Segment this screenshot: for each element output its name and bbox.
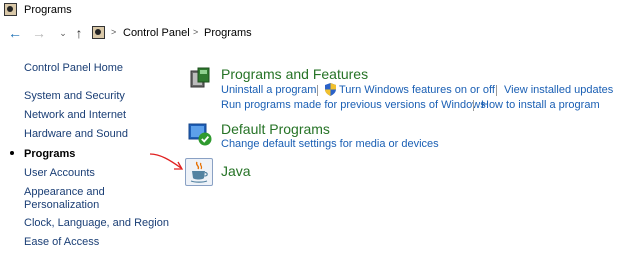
chevron-down-icon[interactable]: ⌄ xyxy=(56,25,70,41)
java-cup-icon xyxy=(190,161,208,183)
breadcrumb-control-panel[interactable]: Control Panel xyxy=(123,27,190,39)
control-panel-icon xyxy=(4,3,17,16)
sidebar-item-personalization[interactable]: Personalization xyxy=(24,199,99,212)
change-default-settings-link[interactable]: Change default settings for media or dev… xyxy=(221,138,439,150)
link-separator xyxy=(317,85,318,96)
sidebar-item-programs[interactable]: Programs xyxy=(24,148,75,161)
link-separator xyxy=(496,85,497,96)
default-programs-icon[interactable] xyxy=(188,122,212,146)
sidebar-item-system-security[interactable]: System and Security xyxy=(24,90,125,103)
forward-arrow-icon[interactable]: → xyxy=(32,25,46,41)
link-separator xyxy=(473,100,474,111)
sidebar-item-clock-language[interactable]: Clock, Language, and Region xyxy=(24,217,169,230)
turn-windows-features-link[interactable]: Turn Windows features on or off xyxy=(339,84,495,96)
sidebar-item-ease-of-access[interactable]: Ease of Access xyxy=(24,236,99,249)
breadcrumb-separator-icon[interactable]: > xyxy=(193,27,198,37)
back-arrow-icon[interactable]: ← xyxy=(8,25,22,41)
category-title-programs-features[interactable]: Programs and Features xyxy=(221,66,368,82)
breadcrumb-separator-icon[interactable]: > xyxy=(111,27,116,37)
view-installed-updates-link[interactable]: View installed updates xyxy=(504,84,613,96)
sidebar-item-user-accounts[interactable]: User Accounts xyxy=(24,167,95,180)
java-icon[interactable] xyxy=(185,158,213,186)
window-title: Programs xyxy=(24,4,72,16)
uninstall-program-link[interactable]: Uninstall a program xyxy=(221,84,316,96)
sidebar-control-panel-home[interactable]: Control Panel Home xyxy=(24,62,123,75)
category-title-default-programs[interactable]: Default Programs xyxy=(221,121,330,137)
programs-features-icon[interactable] xyxy=(188,66,212,90)
title-bar: Programs xyxy=(0,0,640,20)
up-arrow-icon[interactable]: ↑ xyxy=(72,25,86,41)
shield-icon xyxy=(325,83,336,96)
sidebar-item-network-internet[interactable]: Network and Internet xyxy=(24,109,126,122)
sidebar-item-appearance[interactable]: Appearance and xyxy=(24,186,105,199)
how-to-install-link[interactable]: How to install a program xyxy=(481,99,600,111)
address-control-panel-icon xyxy=(92,26,105,39)
sidebar-item-hardware-sound[interactable]: Hardware and Sound xyxy=(24,128,128,141)
red-arrow-annotation-icon xyxy=(149,153,184,170)
breadcrumb-programs[interactable]: Programs xyxy=(204,27,252,39)
category-title-java[interactable]: Java xyxy=(221,163,251,179)
current-item-bullet xyxy=(10,151,14,155)
run-previous-versions-link[interactable]: Run programs made for previous versions … xyxy=(221,99,486,111)
